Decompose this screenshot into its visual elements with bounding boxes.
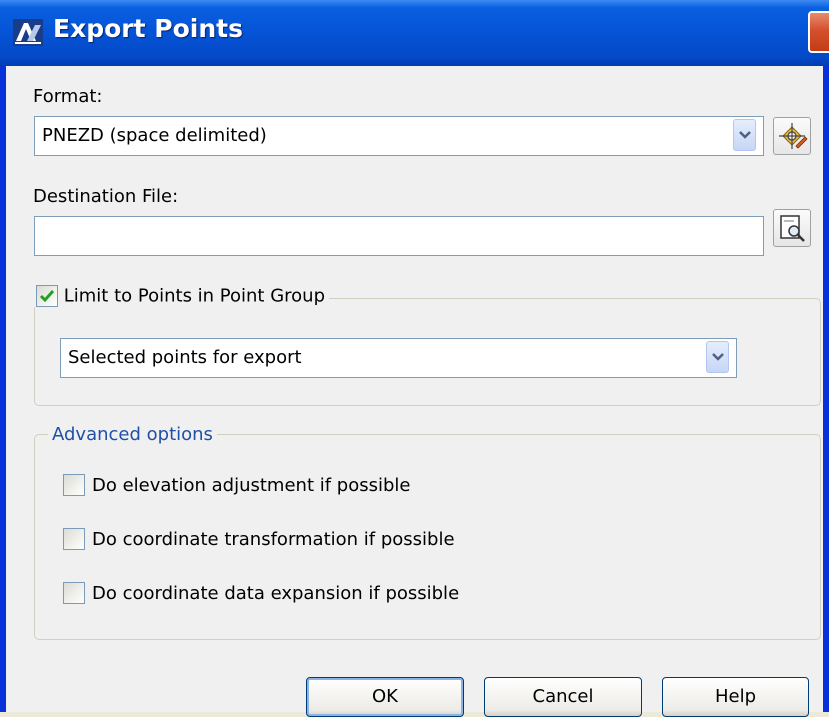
check-mark-icon [39,290,55,303]
title-bar: Export Points [0,0,829,66]
elevation-adjustment-checkbox[interactable] [63,474,85,496]
window-title: Export Points [53,14,243,43]
browse-file-icon [780,215,805,242]
format-selected-value: PNEZD (space delimited) [42,125,267,146]
limit-to-point-group-checkbox[interactable] [36,285,58,307]
format-label: Format: [33,86,103,107]
destination-file-label: Destination File: [33,186,179,207]
coordinate-data-expansion-checkbox[interactable] [63,582,85,604]
coordinate-data-expansion-label: Do coordinate data expansion if possible [92,583,460,604]
format-dropdown[interactable]: PNEZD (space delimited) [34,116,764,156]
destination-file-input[interactable] [34,216,764,256]
chevron-down-icon [712,353,724,361]
app-icon [13,19,43,46]
format-dropdown-arrow[interactable] [733,119,756,151]
dialog-body: Format: PNEZD (space delimited) Destinat… [6,66,823,712]
format-edit-icon [779,123,808,149]
advanced-options-legend: Advanced options [48,424,217,445]
coordinate-transformation-checkbox[interactable] [63,528,85,550]
point-group-dropdown[interactable]: Selected points for export [60,338,737,378]
point-group-selected-value: Selected points for export [68,347,302,368]
coordinate-transformation-label: Do coordinate transformation if possible [92,529,455,550]
help-button[interactable]: Help [662,677,809,717]
limit-to-point-group-label: Limit to Points in Point Group [63,285,326,307]
ok-button[interactable]: OK [306,677,464,717]
elevation-adjustment-label: Do elevation adjustment if possible [92,475,411,496]
chevron-down-icon [739,131,751,139]
point-group-legend: Limit to Points in Point Group [32,285,330,307]
window-frame-right [823,66,829,712]
point-group-dropdown-arrow[interactable] [706,341,729,373]
format-edit-button[interactable] [773,117,811,155]
browse-file-button[interactable] [773,209,811,247]
cancel-button[interactable]: Cancel [484,677,642,717]
close-button[interactable] [808,11,829,53]
